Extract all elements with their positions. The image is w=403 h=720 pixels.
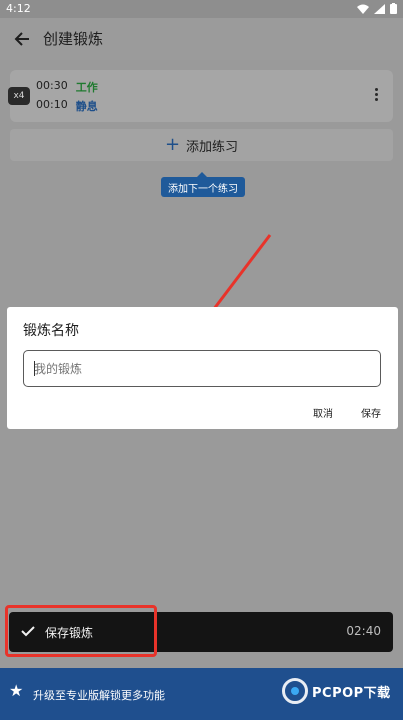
- annotation-highlight-box: [5, 605, 157, 657]
- status-bar: 4:12: [0, 0, 403, 18]
- save-button[interactable]: 保存: [361, 405, 381, 420]
- add-exercise-label: 添加练习: [186, 139, 239, 155]
- watermark-icon: [282, 678, 308, 704]
- workout-name-dialog: 锻炼名称 取消 保存: [7, 307, 398, 429]
- interval-row-rest: 00:10 静息: [36, 98, 98, 114]
- more-vert-icon[interactable]: [369, 82, 383, 106]
- interval-label: 静息: [75, 100, 98, 113]
- interval-label: 工作: [75, 81, 98, 94]
- workout-interval-card[interactable]: x4 00:30 工作 00:10 静息: [8, 70, 393, 122]
- watermark-text: PCPOP下载: [312, 685, 391, 701]
- total-time: 02:40: [346, 624, 381, 638]
- app-bar: 创建锻炼: [0, 18, 403, 60]
- plus-icon: +: [164, 134, 181, 155]
- watermark-logo: PCPOP下载: [282, 678, 391, 704]
- workout-name-input[interactable]: [23, 350, 381, 387]
- text-cursor: [34, 361, 35, 376]
- star-icon: ★: [9, 681, 24, 700]
- dialog-title: 锻炼名称: [23, 323, 79, 339]
- upgrade-text: 升级至专业版解锁更多功能: [33, 689, 165, 702]
- upgrade-banner[interactable]: ★ 升级至专业版解锁更多功能 PCPOP下载: [0, 668, 403, 720]
- interval-time: 00:10: [36, 98, 68, 111]
- battery-icon: [390, 3, 397, 14]
- status-icons: [357, 3, 397, 14]
- back-arrow-icon: [14, 32, 29, 46]
- add-exercise-tooltip: 添加下一个练习: [161, 172, 245, 197]
- signal-icon: [374, 3, 385, 14]
- cancel-button[interactable]: 取消: [313, 405, 333, 420]
- add-exercise-button[interactable]: + 添加练习: [10, 129, 393, 161]
- status-time: 4:12: [6, 2, 31, 15]
- interval-time: 00:30: [36, 79, 68, 92]
- page-title: 创建锻炼: [43, 30, 104, 48]
- back-button[interactable]: [10, 27, 34, 51]
- tooltip-text: 添加下一个练习: [168, 183, 238, 195]
- interval-row-work: 00:30 工作: [36, 79, 98, 95]
- repeat-badge: x4: [8, 87, 30, 105]
- wifi-icon: [357, 4, 369, 14]
